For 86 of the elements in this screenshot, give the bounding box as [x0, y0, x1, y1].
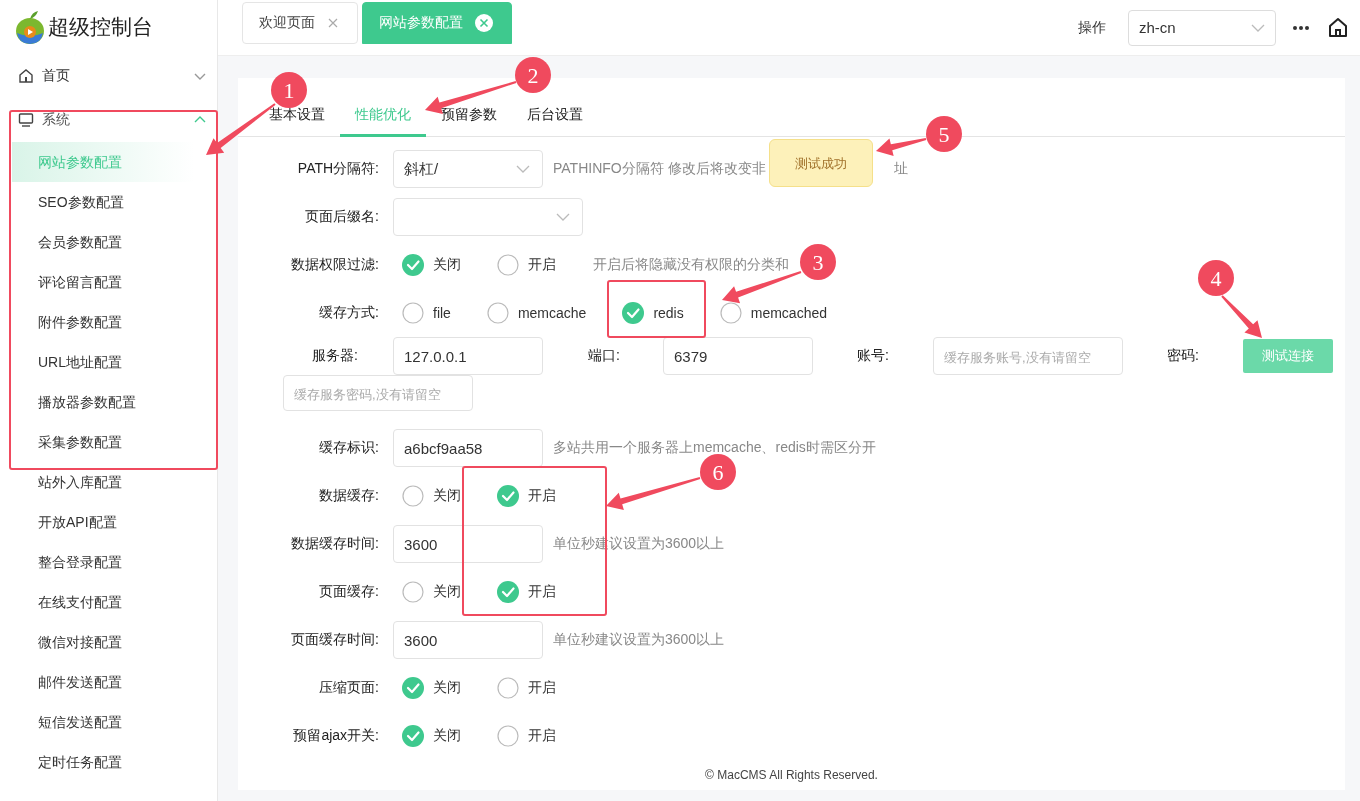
input-field[interactable]: 缓存服务密码,没有请留空	[283, 375, 473, 411]
radio-option[interactable]: memcache	[486, 302, 587, 324]
hint-text: 多站共用一个服务器上memcache、redis时需区分开	[553, 439, 876, 457]
field-label: 页面缓存时间:	[290, 631, 380, 649]
home-icon	[1328, 17, 1348, 38]
settings-tab[interactable]: 后台设置	[512, 94, 598, 137]
input-field[interactable]: 3600	[393, 621, 543, 659]
settings-tab[interactable]: 预留参数	[426, 94, 512, 137]
hint-text: 开启后将隐藏没有权限的分类和	[593, 256, 789, 274]
field-label: 数据缓存:	[318, 487, 380, 505]
field-label: 页面后缀名:	[304, 208, 380, 226]
step-number-badge: 4	[1198, 260, 1234, 296]
sidebar-subitem[interactable]: 播放器参数配置	[12, 382, 194, 422]
radio-option[interactable]: 关闭	[402, 677, 461, 699]
caret-icon	[556, 213, 570, 221]
sidebar-subitem[interactable]: 邮件发送配置	[12, 662, 194, 702]
field-label: 压缩页面:	[318, 679, 380, 697]
radio-option[interactable]: memcached	[719, 302, 827, 324]
radio-option[interactable]: 关闭	[402, 254, 461, 276]
sidebar-subitem[interactable]: SEO参数配置	[12, 182, 194, 222]
sidebar-subitem[interactable]: URL地址配置	[12, 342, 194, 382]
brand-title: 超级控制台	[48, 14, 153, 40]
more-icon	[1292, 24, 1310, 31]
sidebar-item[interactable]: 系统	[0, 98, 217, 142]
toast-message: 测试成功	[769, 139, 873, 187]
sidebar-subitem[interactable]: 微信对接配置	[12, 622, 194, 662]
sidebar-subitem[interactable]: 定时任务配置	[12, 742, 194, 782]
radio-option[interactable]: 开启	[497, 677, 556, 699]
sidebar-subitem[interactable]: 评论留言配置	[12, 262, 194, 302]
language-select[interactable]: zh-cn	[1128, 9, 1276, 46]
caret-icon	[1251, 23, 1265, 32]
home-icon	[18, 68, 34, 84]
field-label: 密码:	[1166, 347, 1200, 365]
input-field[interactable]: 缓存服务账号,没有请留空	[933, 337, 1123, 375]
action-label: 操作	[1078, 18, 1106, 37]
radio-option[interactable]: file	[402, 302, 451, 324]
field-label: 账号:	[856, 347, 890, 365]
radio-option[interactable]: 开启	[497, 581, 556, 603]
sidebar-subitem[interactable]: 附件参数配置	[12, 302, 194, 342]
sidebar-subitem[interactable]: 在线支付配置	[12, 582, 194, 622]
select-field[interactable]: 斜杠/	[393, 150, 543, 188]
radio-option[interactable]: 关闭	[402, 485, 461, 507]
field-label: PATH分隔符:	[296, 160, 380, 178]
page-tab[interactable]: 欢迎页面	[242, 2, 358, 44]
hint-text: PATHINFO分隔符 修改后将改变非	[553, 160, 766, 178]
input-field[interactable]: a6bcf9aa58	[393, 429, 543, 467]
step-number-badge: 2	[515, 57, 551, 93]
radio-option[interactable]: 关闭	[402, 581, 461, 603]
field-label: 缓存方式:	[318, 304, 380, 322]
sidebar-subitem[interactable]: 站外入库配置	[12, 462, 194, 502]
footer-text: © MacCMS All Rights Reserved.	[704, 768, 879, 784]
field-label: 预留ajax开关:	[292, 727, 380, 745]
hint-text: 单位秒建议设置为3600以上	[553, 631, 725, 649]
field-label: 缓存标识:	[318, 439, 380, 457]
close-icon	[327, 17, 339, 29]
radio-option[interactable]: 关闭	[402, 725, 461, 747]
sidebar-subitem[interactable]: 会员参数配置	[12, 222, 194, 262]
radio-option[interactable]: 开启	[497, 725, 556, 747]
field-label: 页面缓存:	[318, 583, 380, 601]
input-field[interactable]: 6379	[663, 337, 813, 375]
annotation-arrow	[876, 138, 927, 156]
apple-logo-icon	[14, 9, 46, 45]
sidebar-item[interactable]: 首页	[0, 54, 217, 98]
sidebar-subitem[interactable]: 短信发送配置	[12, 702, 194, 742]
close-icon	[475, 14, 493, 32]
step-number-badge: 1	[271, 72, 307, 108]
radio-option[interactable]: 开启	[497, 485, 556, 507]
field-label: 数据缓存时间:	[290, 535, 380, 553]
input-field[interactable]: 3600	[393, 525, 543, 563]
field-label: 数据权限过滤:	[290, 256, 380, 274]
sidebar-subitem[interactable]: 采集参数配置	[12, 422, 194, 462]
field-label: 端口:	[587, 347, 621, 365]
monitor-icon	[18, 112, 34, 128]
step-number-badge: 5	[926, 116, 962, 152]
sidebar-subitem[interactable]: 开放API配置	[12, 502, 194, 542]
caret-icon	[516, 165, 530, 173]
field-label: 服务器:	[311, 347, 359, 365]
annotation-arrow	[1221, 295, 1262, 338]
step-number-badge: 6	[700, 454, 736, 490]
input-field[interactable]: 127.0.0.1	[393, 337, 543, 375]
radio-option[interactable]: redis	[622, 302, 684, 324]
radio-option[interactable]: 开启	[497, 254, 556, 276]
sidebar-subitem[interactable]: 整合登录配置	[12, 542, 194, 582]
hint-text: 址	[893, 160, 908, 178]
step-number-badge: 3	[800, 244, 836, 280]
select-field[interactable]	[393, 198, 583, 236]
